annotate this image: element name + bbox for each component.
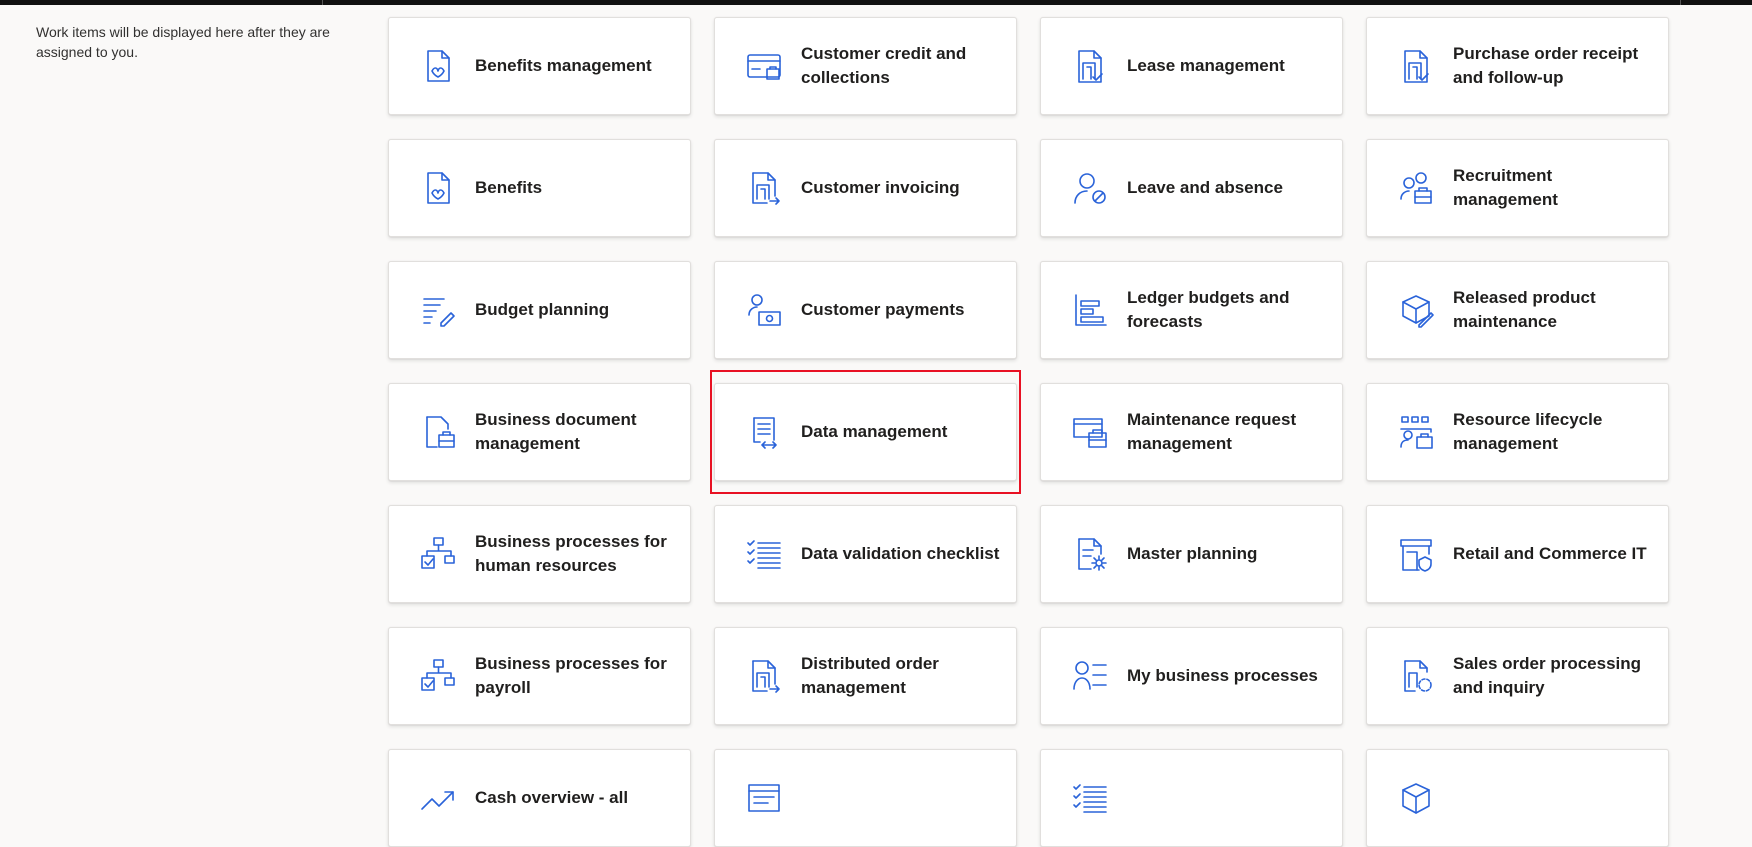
workspace-tile-business-processes-for-human-resources[interactable]: Business processes for human resources <box>388 505 691 603</box>
document-briefcase-icon <box>419 413 457 451</box>
workspace-tile-data-management[interactable]: Data management <box>710 370 1021 494</box>
workspace-tile-label: Benefits management <box>475 56 652 75</box>
checklist-icon <box>1071 779 1109 817</box>
workspace-tile-label: Benefits <box>475 178 543 197</box>
workspace-tile-label: Purchase order receipt and follow-up <box>1453 44 1639 87</box>
workspace-tile-benefits-management[interactable]: Benefits management <box>388 17 691 115</box>
workspace-tile-budget-planning[interactable]: Budget planning <box>388 261 691 359</box>
resource-people-icon <box>1397 413 1435 451</box>
workspace-tile-my-business-processes[interactable]: My business processes <box>1040 627 1343 725</box>
workspace-tile-tile-26[interactable] <box>1040 749 1343 847</box>
workspace-tile-label: Retail and Commerce IT <box>1453 544 1647 563</box>
people-briefcase-icon <box>1397 169 1435 207</box>
workspace-tile-master-planning[interactable]: Master planning <box>1040 505 1343 603</box>
flowchart-check-icon <box>419 535 457 573</box>
person-money-icon <box>745 291 783 329</box>
workspace-tile-released-product-maintenance[interactable]: Released product maintenance <box>1366 261 1669 359</box>
workspace-tile-label: Business processes for human resources <box>475 532 667 575</box>
work-items-note: Work items will be displayed here after … <box>36 24 330 60</box>
workspace-tile-business-processes-for-payroll[interactable]: Business processes for payroll <box>388 627 691 725</box>
building-document-icon <box>1071 47 1109 85</box>
workspace-tile-label: Customer payments <box>801 300 965 319</box>
person-blocked-icon <box>1071 169 1109 207</box>
workspace-tile-distributed-order-management[interactable]: Distributed order management <box>714 627 1017 725</box>
workspace-tile-customer-credit-and-collections[interactable]: Customer credit and collections <box>714 17 1017 115</box>
top-bar-divider <box>1680 0 1681 5</box>
workspace-tile-label: Leave and absence <box>1127 178 1283 197</box>
workspace-tile-tile-25[interactable] <box>714 749 1017 847</box>
workspace-tile-ledger-budgets-and-forecasts[interactable]: Ledger budgets and forecasts <box>1040 261 1343 359</box>
workspace-tile-data-validation-checklist[interactable]: Data validation checklist <box>714 505 1017 603</box>
workspace-tile-lease-management[interactable]: Lease management <box>1040 17 1343 115</box>
workspace-tile-grid: Benefits management Customer credit and c… <box>388 17 1669 847</box>
workspace-tile-purchase-order-receipt-and-follow-up[interactable]: Purchase order receipt and follow-up <box>1366 17 1669 115</box>
workspace-tile-label: Resource lifecycle management <box>1453 410 1603 453</box>
top-bar <box>0 0 1752 5</box>
heart-document-icon <box>419 169 457 207</box>
workspace-tile-label: Recruitment management <box>1453 166 1558 209</box>
window-toolbox-icon <box>1071 413 1109 451</box>
workspace-tile-label: Data management <box>801 422 948 441</box>
workspace-tile-sales-order-processing-and-inquiry[interactable]: Sales order processing and inquiry <box>1366 627 1669 725</box>
bar-chart-icon <box>1071 291 1109 329</box>
checklist-icon <box>745 535 783 573</box>
workspace-tile-tile-27[interactable] <box>1366 749 1669 847</box>
person-list-icon <box>1071 657 1109 695</box>
workspace-tile-label: Ledger budgets and forecasts <box>1127 288 1290 331</box>
workspace-tile-label: Business processes for payroll <box>475 654 667 697</box>
workspace-tile-recruitment-management[interactable]: Recruitment management <box>1366 139 1669 237</box>
invoice-arrow-icon <box>745 169 783 207</box>
workspace-tile-customer-invoicing[interactable]: Customer invoicing <box>714 139 1017 237</box>
workspace-tile-label: Master planning <box>1127 544 1258 563</box>
workspace-tile-label: Business document management <box>475 410 637 453</box>
box-pen-icon <box>1397 291 1435 329</box>
document-transfer-icon <box>745 413 783 451</box>
invoice-arrow-icon <box>745 657 783 695</box>
workspace-tile-leave-and-absence[interactable]: Leave and absence <box>1040 139 1343 237</box>
workspace-tile-label: Released product maintenance <box>1453 288 1596 331</box>
list-pen-icon <box>419 291 457 329</box>
workspace-tile-maintenance-request-management[interactable]: Maintenance request management <box>1040 383 1343 481</box>
workspace-tile-label: Customer invoicing <box>801 178 960 197</box>
flowchart-check-icon <box>419 657 457 695</box>
heart-document-icon <box>419 47 457 85</box>
workspace-tile-label: Cash overview - all <box>475 788 629 807</box>
workspace-tile-business-document-management[interactable]: Business document management <box>388 383 691 481</box>
workspace-tile-label: Data validation checklist <box>801 544 1000 563</box>
workspace-tile-label: My business processes <box>1127 666 1318 685</box>
workspace-tile-customer-payments[interactable]: Customer payments <box>714 261 1017 359</box>
top-bar-divider <box>322 0 323 5</box>
workspace-tile-label: Lease management <box>1127 56 1285 75</box>
document-gear-icon <box>1071 535 1109 573</box>
document-dashed-icon <box>1397 657 1435 695</box>
workspace-tile-label: Distributed order management <box>801 654 939 697</box>
workspace-tile-label: Customer credit and collections <box>801 44 967 87</box>
building-document-icon <box>1397 47 1435 85</box>
box-icon <box>1397 779 1435 817</box>
workspace-tile-resource-lifecycle-management[interactable]: Resource lifecycle management <box>1366 383 1669 481</box>
window-icon <box>745 779 783 817</box>
workspace-tile-cash-overview-all[interactable]: Cash overview - all <box>388 749 691 847</box>
workspace-tile-label: Maintenance request management <box>1127 410 1297 453</box>
workspace-tile-label: Sales order processing and inquiry <box>1453 654 1642 697</box>
credit-card-icon <box>745 47 783 85</box>
workspace-tile-retail-and-commerce-it[interactable]: Retail and Commerce IT <box>1366 505 1669 603</box>
workspace-tile-benefits[interactable]: Benefits <box>388 139 691 237</box>
trend-up-icon <box>419 779 457 817</box>
store-shield-icon <box>1397 535 1435 573</box>
workspace-tile-label: Budget planning <box>475 300 610 319</box>
